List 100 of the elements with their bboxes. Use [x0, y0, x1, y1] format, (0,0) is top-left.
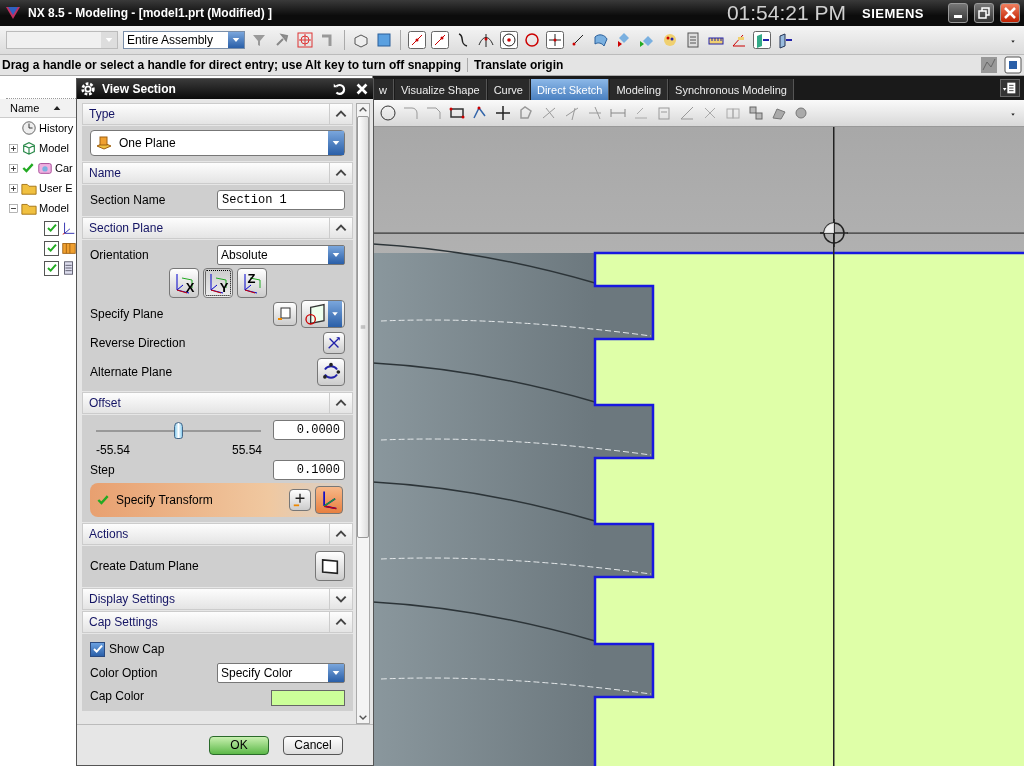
window-title: NX 8.5 - Modeling - [model1.prt (Modified) ] [28, 6, 272, 20]
reset-icon[interactable] [332, 81, 348, 97]
close-icon[interactable] [354, 81, 370, 97]
expand-icon[interactable] [8, 142, 19, 154]
layout-icon[interactable] [747, 104, 765, 122]
section-header[interactable]: Display Settings [82, 588, 353, 610]
checkbox[interactable] [90, 641, 105, 657]
field-label: Orientation [90, 248, 150, 262]
wireframe-cube-icon [21, 140, 37, 156]
plane-icon [304, 302, 328, 326]
input-field[interactable]: 0.1000 [273, 460, 345, 480]
reverse-icon [326, 335, 342, 351]
check-icon [21, 161, 35, 175]
full-screen-icon[interactable] [1004, 56, 1022, 74]
tree-item[interactable]: Car [55, 162, 73, 174]
intersection-icon[interactable] [477, 31, 495, 49]
offset-slider[interactable] [96, 420, 261, 440]
plane-dropdown-button[interactable] [301, 300, 345, 328]
slider-min-label: -55.54 [96, 443, 131, 457]
plane-dialog-button[interactable] [273, 302, 297, 326]
section-header[interactable]: Actions [82, 523, 353, 545]
field-label: Color Option [90, 666, 159, 680]
dropdown[interactable]: Absolute [217, 245, 345, 265]
cancel-button[interactable]: Cancel [283, 735, 343, 755]
plus-icon[interactable] [494, 104, 512, 122]
section-header[interactable]: Section Plane [82, 217, 353, 239]
expand-icon[interactable] [8, 182, 19, 194]
scrollbar[interactable] [356, 103, 370, 724]
surface-icon[interactable] [592, 31, 610, 49]
ok-button[interactable]: OK [209, 735, 269, 755]
input-field[interactable]: Section 1 [217, 190, 345, 210]
clock: 01:54:21 PM [726, 1, 846, 25]
solid-body-icon [61, 240, 77, 256]
datum-axes-icon [61, 220, 77, 236]
restore-icon [975, 4, 993, 22]
slider-max-label: 55.54 [231, 443, 262, 457]
brand-logo: SIEMENS [862, 5, 924, 21]
axis-button[interactable]: X [168, 268, 199, 298]
tree-item[interactable]: History [39, 122, 74, 134]
check-icon [45, 262, 58, 274]
grid-icon[interactable] [980, 56, 998, 74]
dialog-title: View Section [102, 82, 177, 96]
restore-button[interactable] [974, 3, 994, 23]
check-icon [91, 643, 104, 655]
center-point-icon[interactable] [500, 31, 518, 49]
axis-button[interactable]: Y [202, 268, 233, 298]
tree-item[interactable]: Model [39, 202, 69, 214]
section-header[interactable]: Name [82, 162, 353, 184]
grip-icon [358, 322, 368, 332]
plane-section-icon [95, 134, 113, 152]
reverse-direction-button[interactable] [323, 332, 345, 354]
section-header[interactable]: Offset [82, 392, 353, 414]
field-label: Step [90, 463, 116, 477]
crosshair-icon[interactable] [819, 218, 849, 248]
scope-dropdown[interactable]: Entire Assembly [123, 31, 245, 49]
alternate-plane-button[interactable] [317, 358, 345, 386]
input-field[interactable]: 0.0000 [273, 420, 345, 440]
check-icon [96, 493, 110, 507]
angle-icon[interactable] [678, 104, 696, 122]
minimize-button[interactable] [948, 3, 968, 23]
field-label: Specify Plane [90, 307, 165, 321]
datum-plane-button[interactable] [315, 551, 345, 581]
expand-icon[interactable] [8, 162, 19, 174]
view-icon[interactable] [776, 31, 794, 49]
ribbon-tab[interactable]: Curve [487, 79, 530, 100]
field-label: Reverse Direction [90, 336, 187, 350]
cube-icon[interactable] [375, 31, 393, 49]
tree-item[interactable]: User E [39, 182, 73, 194]
ribbon-tab[interactable]: Modeling [610, 79, 669, 100]
axis-button[interactable]: Z [236, 268, 267, 298]
circle-icon[interactable] [379, 104, 397, 122]
collapse-icon[interactable] [8, 202, 19, 214]
column-header[interactable]: Name [10, 102, 40, 114]
field-label: Section Name [90, 193, 167, 207]
check-icon [45, 222, 58, 234]
section-header[interactable]: Cap Settings [82, 611, 353, 633]
clock-icon [21, 120, 37, 136]
status-text: Translate origin [467, 58, 564, 72]
checkbox[interactable] [44, 240, 59, 256]
gear-icon[interactable] [80, 81, 96, 97]
circle-icon[interactable] [523, 31, 541, 49]
color-swatch[interactable] [271, 690, 345, 706]
csys-dialog-button[interactable] [289, 489, 311, 511]
selection-step[interactable]: Specify Transform [90, 483, 345, 517]
close-button[interactable] [1000, 3, 1020, 23]
profile-icon[interactable] [517, 104, 535, 122]
tree-item[interactable]: Model [39, 142, 69, 154]
ribbon-tab[interactable]: Visualize Shape [394, 79, 487, 100]
checkbox[interactable] [44, 260, 59, 276]
view-icon[interactable] [753, 31, 771, 49]
type-dropdown[interactable]: One Plane [90, 130, 345, 156]
ribbon-tab[interactable]: w [373, 79, 394, 100]
checkbox-label: Show Cap [109, 642, 166, 656]
minimize-icon [954, 15, 962, 18]
ribbon-tab[interactable]: Synchronous Modeling [669, 79, 794, 100]
section-header[interactable]: Type [82, 103, 353, 125]
target-icon[interactable] [296, 31, 314, 49]
dropdown[interactable]: Specify Color [217, 663, 345, 683]
csys-button[interactable] [315, 486, 343, 514]
checkbox[interactable] [44, 220, 59, 236]
